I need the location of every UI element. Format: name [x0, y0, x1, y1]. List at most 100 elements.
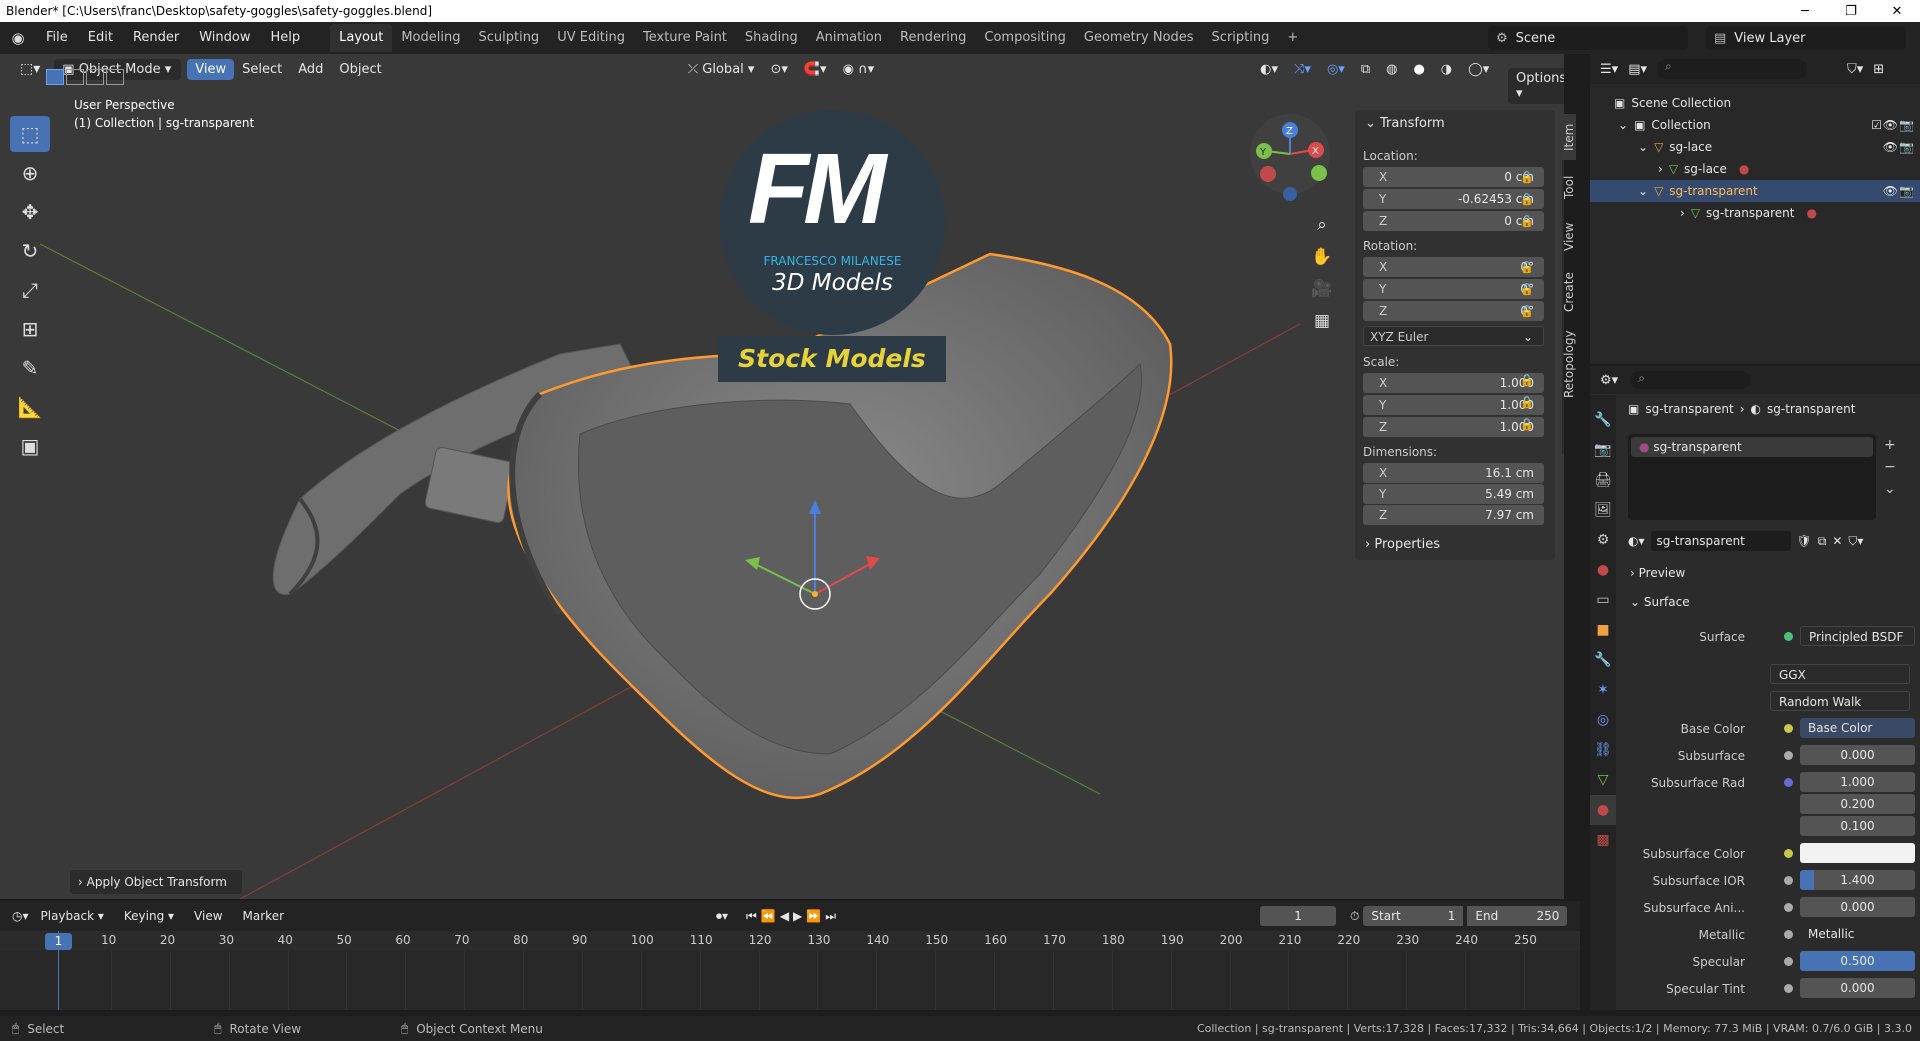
material-name-field[interactable]: sg-transparent [1650, 531, 1791, 551]
rotation-mode-dropdown[interactable]: XYZ Euler ⌄ [1363, 326, 1544, 346]
remove-slot-button[interactable]: − [1884, 456, 1896, 478]
minimize-button[interactable]: ─ [1782, 0, 1828, 22]
dimensions-x-field[interactable]: X 16.1 cm [1363, 463, 1544, 483]
camera-render-icon[interactable]: 📷 [1899, 184, 1914, 198]
scene-tab-icon[interactable]: ⚙ [1590, 525, 1616, 555]
start-frame-field[interactable]: Start 1 [1363, 906, 1464, 926]
cursor-tool-icon[interactable]: ⊕ [10, 155, 50, 191]
visibility-icon[interactable]: ◐▾ [1252, 59, 1286, 80]
rotation-z-field[interactable]: Z 0° [1363, 301, 1544, 321]
particles-tab-icon[interactable]: ✶ [1590, 675, 1616, 705]
material-browse-icon[interactable]: ◐▾ [1628, 534, 1645, 548]
outliner-row-scene-collection[interactable]: ▣ Scene Collection [1590, 92, 1920, 114]
subsurface-radius-y-field[interactable]: 0.200 [1800, 794, 1915, 814]
camera-render-icon[interactable]: 📷 [1899, 140, 1914, 154]
shading-wireframe-icon[interactable]: ◍ [1378, 59, 1405, 80]
outliner-row-collection[interactable]: ⌄ ▣ Collection ☑ 👁 📷 [1590, 114, 1920, 136]
ortho-grid-icon[interactable]: ▦ [1308, 305, 1336, 337]
tab-geometry-nodes[interactable]: Geometry Nodes [1075, 24, 1203, 52]
view-layer-name[interactable]: View Layer [1734, 31, 1805, 46]
timeline-area[interactable]: 10 20 30 40 50 60 70 80 90 100 110 120 130 140 150 160 1… [0, 931, 1580, 1010]
outliner-row-sg-lace-mesh[interactable]: › ▽ sg-lace ● [1590, 158, 1920, 180]
unlink-icon[interactable]: ✕ [1832, 534, 1842, 548]
exclude-checkbox[interactable]: ☑ [1871, 118, 1882, 132]
camera-view-icon[interactable]: 🎥 [1308, 273, 1336, 305]
fake-user-icon[interactable]: 🛡 [1797, 534, 1812, 548]
menu-add[interactable]: Add [290, 59, 331, 80]
tool-settings-tab-icon[interactable]: 🔧 [1590, 405, 1616, 435]
add-workspace-icon[interactable]: + [1278, 24, 1307, 52]
keying-menu[interactable]: Keying ▾ [116, 906, 182, 926]
menu-edit[interactable]: Edit [78, 22, 123, 54]
tab-tool[interactable]: Tool [1562, 164, 1576, 210]
subsurface-radius-z-field[interactable]: 0.100 [1800, 816, 1915, 836]
pan-hand-icon[interactable]: ✋ [1308, 241, 1336, 273]
zoom-icon[interactable]: ⌕ [1308, 209, 1336, 241]
xray-icon[interactable]: ⧉ [1353, 59, 1378, 80]
menu-render[interactable]: Render [123, 22, 189, 54]
rotate-tool-icon[interactable]: ↻ [10, 233, 50, 269]
rotation-y-field[interactable]: Y 0° [1363, 279, 1544, 299]
nav-neg-x-ball[interactable] [1260, 166, 1276, 182]
tab-retopology[interactable]: Retopology [1562, 324, 1576, 404]
overlay-toggle-icon[interactable]: ◎▾ [1319, 59, 1353, 80]
lock-icon[interactable]: 🔓 [1520, 211, 1534, 233]
outliner-search[interactable]: ⌕ [1657, 59, 1807, 79]
lock-icon[interactable]: 🔓 [1520, 301, 1534, 323]
surface-shader-field[interactable]: Principled BSDF [1800, 626, 1915, 646]
menu-file[interactable]: File [36, 22, 78, 54]
tab-texture-paint[interactable]: Texture Paint [634, 24, 736, 52]
tab-compositing[interactable]: Compositing [975, 24, 1075, 52]
gizmo-toggle-icon[interactable]: ⤨▾ [1286, 59, 1319, 80]
eye-icon[interactable]: 👁 [1883, 184, 1898, 198]
record-icon[interactable]: ⏺▾ [716, 909, 728, 924]
metallic-field[interactable]: Metallic [1800, 924, 1915, 944]
marker-menu[interactable]: Marker [235, 906, 292, 926]
timeline-view-menu[interactable]: View [186, 906, 230, 926]
eye-icon[interactable]: 👁 [1883, 140, 1898, 154]
scale-tool-icon[interactable]: ⤢ [10, 272, 50, 308]
next-keyframe-icon[interactable]: ⏩ [806, 909, 821, 923]
nav-neg-z-ball[interactable] [1283, 187, 1297, 201]
menu-object[interactable]: Object [331, 59, 389, 80]
playback-menu[interactable]: Playback ▾ [33, 906, 112, 926]
data-tab-icon[interactable]: ▽ [1590, 765, 1616, 795]
select-extend-icon[interactable] [66, 69, 84, 85]
jump-start-icon[interactable]: ⏮ [746, 909, 757, 924]
select-new-icon[interactable] [46, 69, 64, 85]
location-y-field[interactable]: Y -0.62453 cm [1363, 189, 1544, 209]
tab-uv-editing[interactable]: UV Editing [548, 24, 634, 52]
blender-logo-icon[interactable]: ◉ [0, 29, 36, 47]
base-color-field[interactable]: Base Color [1800, 718, 1915, 738]
3d-viewport[interactable]: Z X Y ⬚▾ ▣ Object Mode ▾ View Select Add… [0, 54, 1564, 899]
tab-animation[interactable]: Animation [807, 24, 891, 52]
modifier-tab-icon[interactable]: 🔧 [1590, 645, 1616, 675]
preview-range-icon[interactable]: ⏱ [1350, 909, 1359, 924]
transform-header[interactable]: ⌄ Transform [1365, 116, 1445, 131]
lock-icon[interactable]: 🔓 [1520, 189, 1534, 211]
outliner-row-sg-lace[interactable]: ⌄ ▽ sg-lace 👁 📷 [1590, 136, 1920, 158]
eye-icon[interactable]: 👁 [1883, 118, 1898, 132]
rotation-x-field[interactable]: X 0° [1363, 257, 1544, 277]
preview-panel-header[interactable]: › Preview [1630, 566, 1685, 580]
tab-modeling[interactable]: Modeling [392, 24, 469, 52]
camera-render-icon[interactable]: 📷 [1899, 118, 1914, 132]
snap-icon[interactable]: 🧲▾ [796, 59, 835, 80]
tab-scripting[interactable]: Scripting [1203, 24, 1279, 52]
end-frame-field[interactable]: End 250 [1467, 906, 1568, 926]
material-tab-icon[interactable]: ● [1590, 795, 1616, 825]
new-collection-icon[interactable]: ⊞ [1873, 62, 1884, 77]
playhead-frame[interactable]: 1 [45, 933, 72, 950]
tab-shading[interactable]: Shading [736, 24, 807, 52]
menu-view[interactable]: View [187, 58, 235, 80]
scale-z-field[interactable]: Z 1.000 [1363, 417, 1544, 437]
tab-rendering[interactable]: Rendering [891, 24, 975, 52]
slot-specials-icon[interactable]: ⌄ [1884, 478, 1896, 500]
shading-rendered-icon[interactable]: ◯▾ [1460, 59, 1497, 80]
select-box-tool-icon[interactable]: ⬚ [10, 116, 50, 152]
location-z-field[interactable]: Z0 cm [1363, 211, 1544, 231]
material-slot[interactable]: ● sg-transparent [1631, 437, 1873, 457]
sss-method-dropdown[interactable]: Random Walk [1770, 691, 1910, 711]
physics-tab-icon[interactable]: ◎ [1590, 705, 1616, 735]
view-layer-tab-icon[interactable]: 🖼 [1590, 495, 1616, 525]
